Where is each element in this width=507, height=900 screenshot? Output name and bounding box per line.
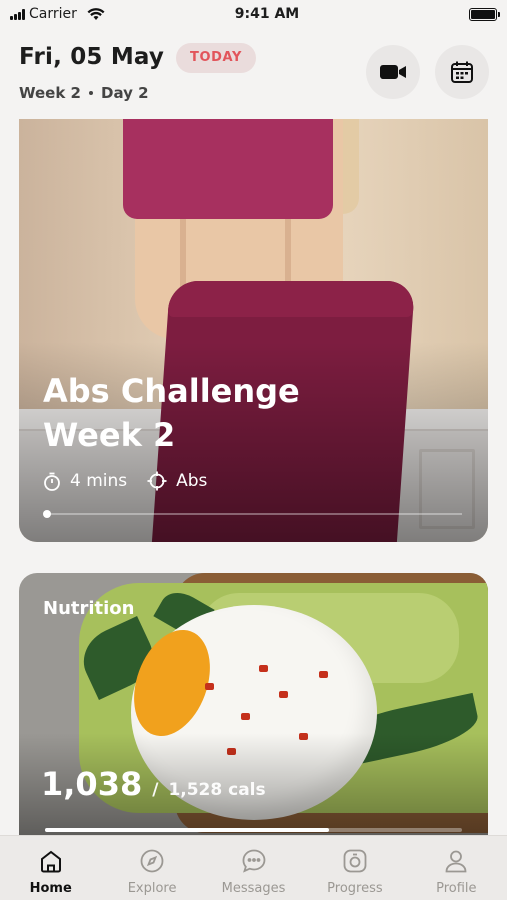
stopwatch-icon <box>44 472 60 491</box>
user-icon <box>445 850 467 873</box>
photo-chili-flake <box>205 683 214 690</box>
tab-explore-label: Explore <box>127 881 177 896</box>
week-label: Week 2 <box>19 84 81 102</box>
workout-meta: 4 mins Abs <box>43 471 207 491</box>
nutrition-label: Nutrition <box>43 598 135 619</box>
signal-icon <box>10 8 25 20</box>
tab-profile-label: Profile <box>436 881 477 896</box>
nutrition-card[interactable]: Nutrition 1,038 / 1,528 cals <box>19 573 488 853</box>
tab-progress-label: Progress <box>327 881 383 896</box>
calendar-button[interactable] <box>435 45 489 99</box>
progress-icon <box>343 849 367 873</box>
status-bar: Carrier 9:41 AM <box>0 0 507 28</box>
compass-icon <box>140 849 164 873</box>
header: Fri, 05 May TODAY Week 2 Day 2 <box>0 28 507 120</box>
carrier-label: Carrier <box>29 6 77 22</box>
calories-separator: / <box>152 780 159 800</box>
photo-chili-flake <box>241 713 250 720</box>
calorie-summary: 1,038 / 1,528 cals <box>41 765 266 803</box>
tab-explore[interactable]: Explore <box>101 836 202 900</box>
photo-chili-flake <box>319 671 328 678</box>
day-label: Day 2 <box>101 84 149 102</box>
workout-title: Abs Challenge Week 2 <box>43 369 300 457</box>
chat-icon <box>242 849 265 873</box>
photo-chili-flake <box>279 691 288 698</box>
duration-info: 4 mins <box>43 471 127 491</box>
focus-label: Abs <box>176 471 208 491</box>
tab-home[interactable]: Home <box>0 836 101 900</box>
calories-consumed: 1,038 <box>41 765 143 803</box>
tab-messages-label: Messages <box>221 881 286 896</box>
tab-messages[interactable]: Messages <box>203 836 304 900</box>
tab-progress[interactable]: Progress <box>304 836 405 900</box>
home-icon <box>40 850 61 873</box>
photo-chili-flake <box>259 665 268 672</box>
nutrition-progress-fill <box>45 828 329 832</box>
tab-profile[interactable]: Profile <box>406 836 507 900</box>
tab-home-label: Home <box>29 881 72 896</box>
workout-progress-indicator <box>43 510 51 518</box>
week-day-label: Week 2 Day 2 <box>19 84 149 102</box>
duration-label: 4 mins <box>70 471 128 491</box>
clock: 9:41 AM <box>234 6 300 22</box>
calendar-icon <box>451 61 473 83</box>
video-button[interactable] <box>366 45 420 99</box>
workout-card[interactable]: Abs Challenge Week 2 4 mins Abs <box>19 119 488 542</box>
workout-progress-track <box>43 510 462 518</box>
target-icon <box>147 471 167 491</box>
calories-target: 1,528 cals <box>168 780 266 800</box>
focus-info: Abs <box>147 471 207 491</box>
separator-dot <box>89 91 93 95</box>
page-title-date: Fri, 05 May <box>19 44 165 70</box>
wifi-icon <box>87 8 105 20</box>
tab-bar: Home Explore Messages Progress Profile <box>0 835 507 900</box>
photo-sports-bra <box>123 119 333 219</box>
battery-icon <box>469 7 500 21</box>
workout-title-line2: Week 2 <box>43 416 176 454</box>
workout-title-line1: Abs Challenge <box>43 372 300 410</box>
video-camera-icon <box>380 65 406 79</box>
today-badge[interactable]: TODAY <box>176 43 256 73</box>
nutrition-progress-track <box>45 828 462 832</box>
